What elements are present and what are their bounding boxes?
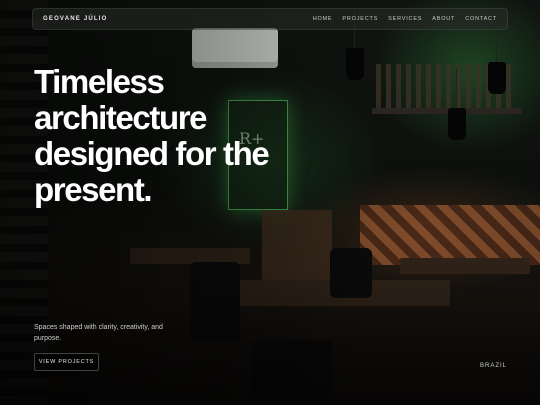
nav-item-services[interactable]: SERVICES (388, 16, 422, 22)
view-projects-button[interactable]: VIEW PROJECTS (34, 353, 99, 371)
hero-subtitle: Spaces shaped with clarity, creativity, … (34, 324, 163, 342)
brand-logo[interactable]: GEOVANE JÚLIO (43, 16, 108, 22)
nav-item-home[interactable]: HOME (313, 16, 333, 22)
top-nav: GEOVANE JÚLIO HOME PROJECTS SERVICES ABO… (32, 8, 508, 30)
hero-title: Timeless architecture designed for the p… (34, 63, 270, 208)
location-label: BRAZIL (480, 363, 508, 369)
nav-item-about[interactable]: ABOUT (432, 16, 455, 22)
nav-menu: HOME PROJECTS SERVICES ABOUT CONTACT (313, 16, 497, 22)
nav-item-projects[interactable]: PROJECTS (342, 16, 378, 22)
nav-item-contact[interactable]: CONTACT (465, 16, 497, 22)
